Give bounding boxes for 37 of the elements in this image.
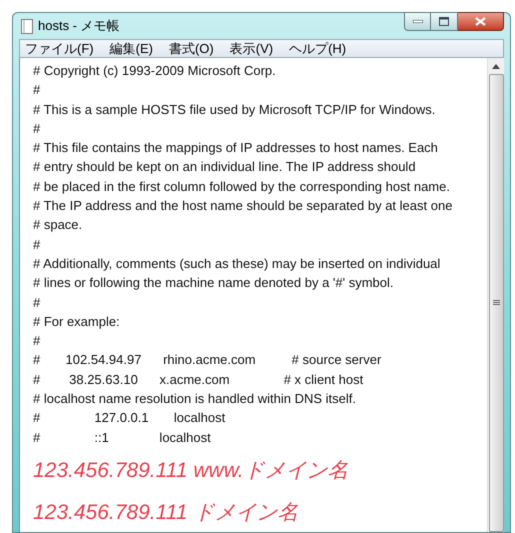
highlighted-line: 123.456.789.111 www.ドメイン名 bbox=[33, 458, 349, 484]
text-line: # bbox=[33, 236, 40, 254]
window-title: hosts - メモ帳 bbox=[38, 17, 120, 36]
menu-item[interactable]: 書式(O) bbox=[168, 42, 214, 55]
menu-item[interactable]: 編集(E) bbox=[110, 42, 153, 55]
grip-icon bbox=[492, 300, 500, 306]
text-line: # bbox=[33, 81, 40, 100]
text-line: # 102.54.94.97 rhino.acme.com # source server bbox=[33, 351, 382, 370]
minimize-button[interactable] bbox=[404, 12, 431, 31]
close-icon bbox=[475, 17, 486, 26]
menu-item[interactable]: ヘルプ(H) bbox=[289, 42, 346, 55]
text-line: # For example: bbox=[33, 312, 120, 331]
text-line: # This file contains the mappings of IP addresses to host names. Each bbox=[33, 139, 438, 158]
text-line: # This is a sample HOSTS file used by Microsoft TCP/IP for Windows. bbox=[33, 100, 436, 119]
text-line: # ::1 localhost bbox=[33, 428, 211, 447]
close-button[interactable] bbox=[458, 12, 504, 31]
text-line: # entry should be kept on an individual line. The IP address should bbox=[33, 158, 416, 176]
text-line: # bbox=[33, 332, 40, 350]
scroll-up-icon[interactable] bbox=[492, 64, 500, 69]
text-line: # bbox=[33, 294, 40, 312]
text-line: # 127.0.0.1 localhost bbox=[33, 409, 226, 428]
text-line: # be placed in the first column followed by the corresponding host name. bbox=[33, 178, 450, 196]
text-line: # Copyright (c) 1993-2009 Microsoft Corp. bbox=[33, 62, 276, 80]
text-line: # 38.25.63.10 x.acme.com # x client host bbox=[33, 370, 364, 389]
maximize-icon bbox=[439, 17, 449, 26]
text-line: # lines or following the machine name denoted by a '#' symbol. bbox=[33, 274, 394, 292]
text-line: # The IP address and the host name should be separated by at least one bbox=[33, 197, 452, 216]
notepad-icon bbox=[21, 18, 33, 34]
menu-item[interactable]: ファイル(F) bbox=[25, 42, 94, 55]
text-line: # localhost name resolution is handled within DNS itself. bbox=[33, 390, 356, 408]
maximize-button[interactable] bbox=[431, 12, 458, 31]
menu-item[interactable]: 表示(V) bbox=[230, 42, 274, 55]
text-line: # space. bbox=[33, 216, 82, 234]
highlighted-line: 123.456.789.111 ドメイン名 bbox=[33, 500, 298, 526]
minimize-icon bbox=[412, 20, 422, 23]
text-line: # bbox=[33, 120, 40, 138]
text-line: # Additionally, comments (such as these) may be inserted on individual bbox=[33, 254, 440, 273]
